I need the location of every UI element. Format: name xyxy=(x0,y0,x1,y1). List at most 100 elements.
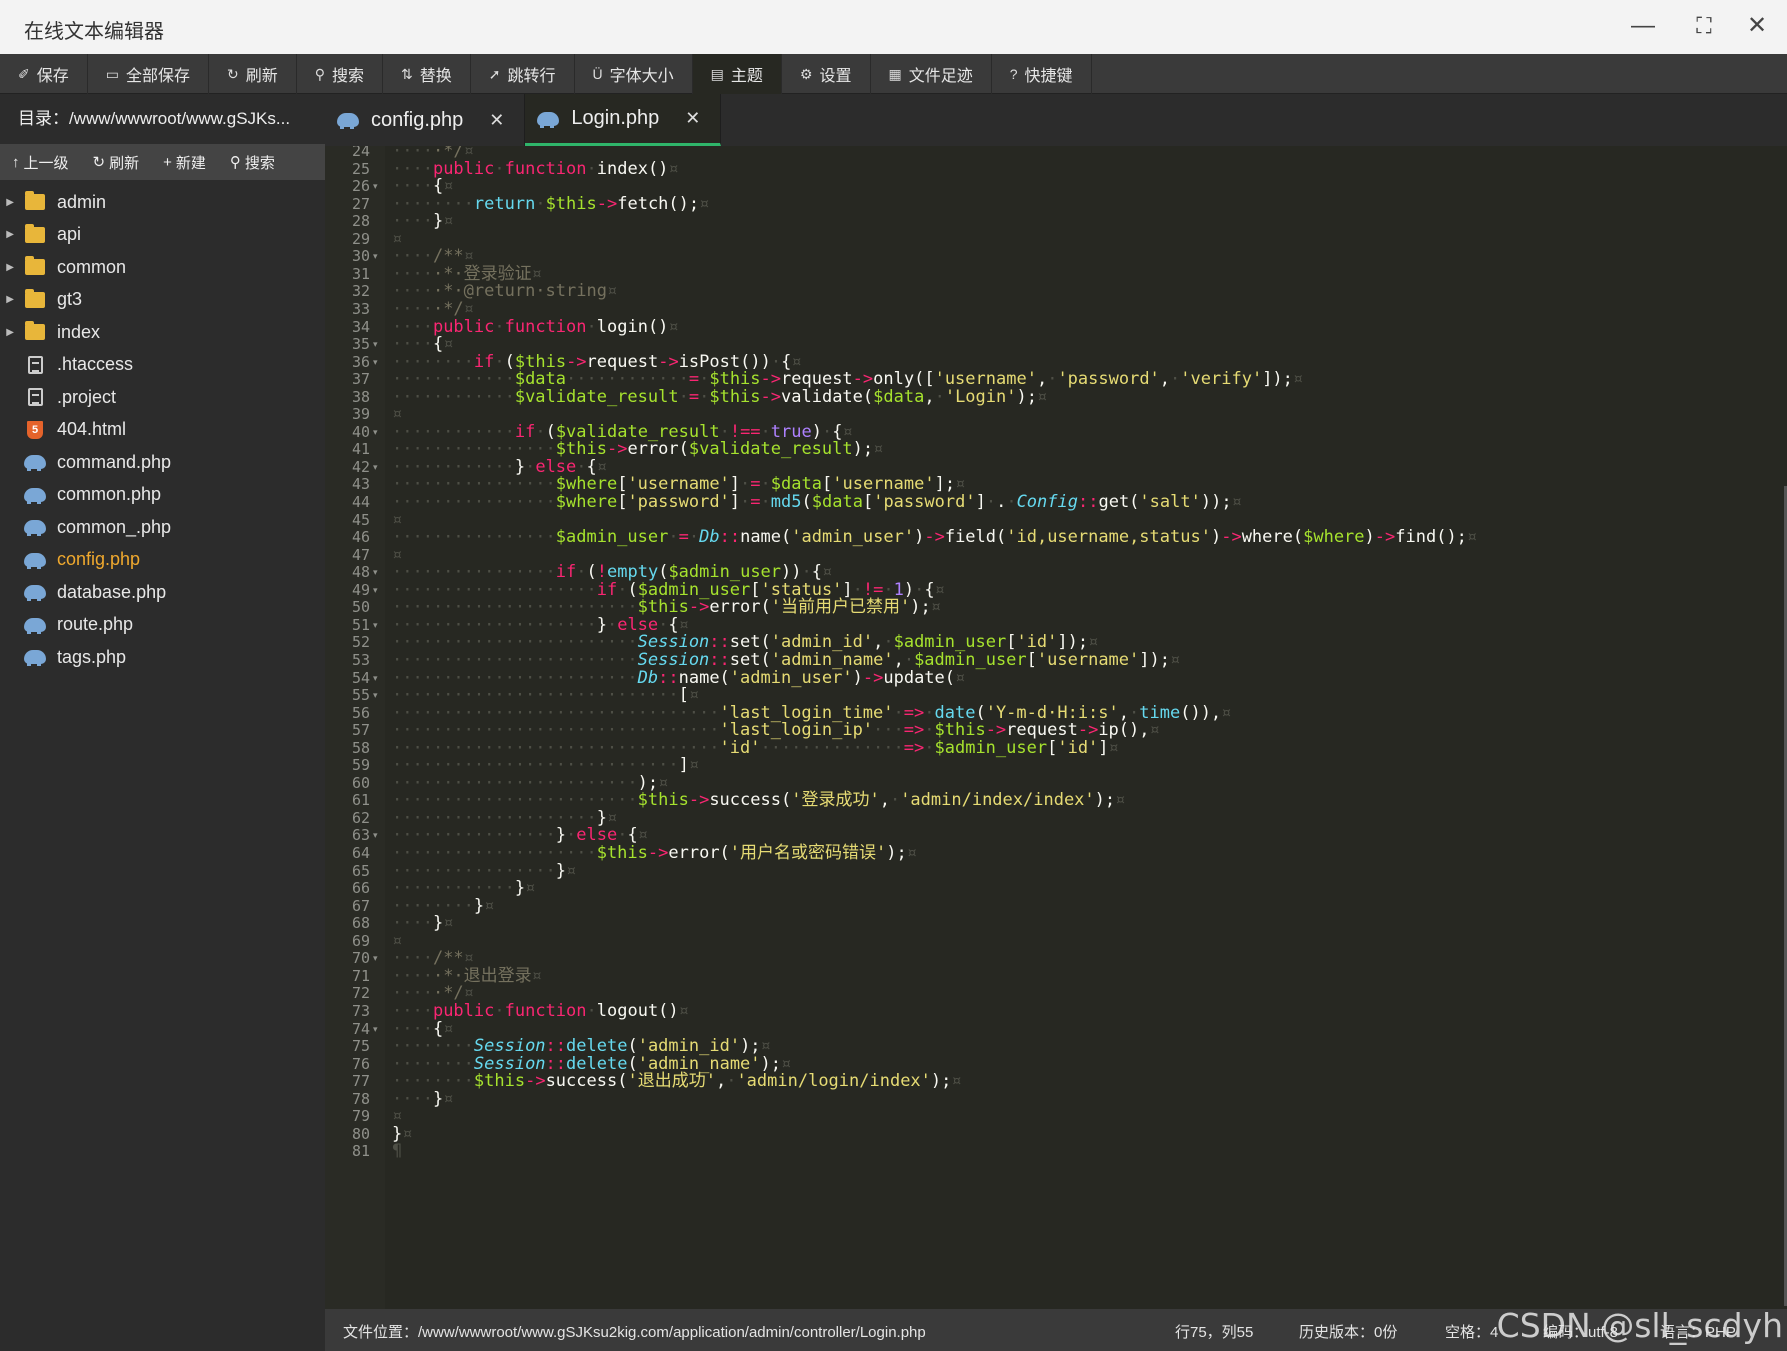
file-tree-item[interactable]: ▶ index xyxy=(0,316,325,349)
editor-tab[interactable]: config.php ✕ xyxy=(325,94,526,146)
refresh-icon: ↻ xyxy=(227,65,239,82)
toolbar-button-label: 替换 xyxy=(419,68,452,85)
line-number: 81 xyxy=(351,1142,370,1161)
toolbar-button-7[interactable]: ▤ 主题 xyxy=(692,54,782,94)
status-indent[interactable]: 空格：4 xyxy=(1445,1321,1498,1342)
expand-arrow-icon[interactable]: ▶ xyxy=(0,262,22,273)
toolbar-button-5[interactable]: ➚ 跳转行 xyxy=(471,54,575,94)
toolbar-button-2[interactable]: ↻ 刷新 xyxy=(209,54,297,94)
file-name: database.php xyxy=(57,581,167,602)
toolbar-button-label: 全部保存 xyxy=(125,68,190,85)
sidebar-action-1[interactable]: ↻ 刷新 xyxy=(81,152,152,173)
toolbar-button-9[interactable]: ▦ 文件足迹 xyxy=(871,54,992,94)
folder-icon xyxy=(22,321,48,342)
close-tab-icon[interactable]: ✕ xyxy=(685,108,700,129)
file-name: route.php xyxy=(57,614,134,635)
sidebar: 目录：/www/wwwroot/www.gSJKs... ↑ 上一级 ↻ 刷新 + 新建 ⚲… xyxy=(0,94,325,1351)
new-icon: + xyxy=(163,153,172,171)
expand-arrow-icon[interactable]: ▶ xyxy=(0,294,22,305)
code-text: ¶ xyxy=(392,1141,402,1161)
watermark: CSDN @sll_scdyh xyxy=(1496,1306,1783,1345)
file-tree-item[interactable]: common.php xyxy=(0,479,325,512)
refresh-icon: ↻ xyxy=(92,154,106,171)
toolbar-button-label: 主题 xyxy=(730,68,763,85)
file-tree-item[interactable]: config.php xyxy=(0,544,325,577)
replace-icon: ⇅ xyxy=(401,65,413,82)
file-name: admin xyxy=(57,191,107,212)
maximize-icon[interactable]: ⛶ xyxy=(1684,8,1724,44)
file-tree-item[interactable]: ▶ admin xyxy=(0,186,325,219)
toolbar-button-label: 字体大小 xyxy=(609,68,674,85)
file-tree-item[interactable]: common_.php xyxy=(0,511,325,544)
toolbar-button-4[interactable]: ⇅ 替换 xyxy=(383,54,471,94)
close-window-icon[interactable]: ✕ xyxy=(1737,8,1777,44)
sidebar-action-label: 上一级 xyxy=(23,154,69,172)
sidebar-action-2[interactable]: + 新建 xyxy=(151,152,218,173)
status-file-path: 文件位置：/www/wwwroot/www.gSJKsu2kig.com/app… xyxy=(343,1324,926,1341)
window-title: 在线文本编辑器 xyxy=(24,21,164,43)
file-tree-item[interactable]: .htaccess xyxy=(0,349,325,382)
close-tab-icon[interactable]: ✕ xyxy=(489,110,504,131)
folder-icon xyxy=(22,288,48,310)
toolbar-button-label: 搜索 xyxy=(332,68,365,85)
theme-icon: ▤ xyxy=(710,65,724,82)
file-tree-item[interactable]: command.php xyxy=(0,446,325,479)
text-file-icon xyxy=(22,355,48,375)
expand-arrow-icon[interactable]: ▶ xyxy=(0,327,22,338)
file-tree-item[interactable]: ▶ common xyxy=(0,251,325,284)
php-file-icon xyxy=(22,615,48,635)
file-tree-item[interactable]: route.php xyxy=(0,609,325,642)
file-tree-item[interactable]: 5 404.html xyxy=(0,414,325,447)
sidebar-action-0[interactable]: ↑ 上一级 xyxy=(0,152,81,173)
code-line[interactable]: 81 ¶ xyxy=(325,1141,1787,1161)
file-tree-item[interactable]: database.php xyxy=(0,576,325,609)
file-name: gt3 xyxy=(57,289,83,310)
file-name: common xyxy=(57,256,127,277)
file-name: common_.php xyxy=(57,516,172,537)
tab-label: Login.php xyxy=(571,107,660,129)
file-tree-item[interactable]: tags.php xyxy=(0,641,325,674)
file-tree-item[interactable]: .project xyxy=(0,381,325,414)
sidebar-action-label: 搜索 xyxy=(244,154,275,172)
search-icon: ⚲ xyxy=(314,65,326,82)
file-tree-item[interactable]: ▶ api xyxy=(0,219,325,252)
php-file-icon xyxy=(22,647,48,667)
toolbar-button-0[interactable]: ✐ 保存 xyxy=(0,54,88,94)
toolbar-button-10[interactable]: ? 快捷键 xyxy=(992,54,1092,94)
toolbar-button-label: 刷新 xyxy=(245,68,278,85)
file-name: .htaccess xyxy=(57,354,134,375)
status-cursor-position[interactable]: 行75，列55 xyxy=(1175,1321,1253,1342)
folder-icon xyxy=(22,191,48,212)
editor-tab[interactable]: Login.php ✕ xyxy=(525,94,722,146)
title-bar: 在线文本编辑器 — ⛶ ✕ xyxy=(0,0,1787,54)
php-file-icon xyxy=(22,550,48,570)
code-editor[interactable]: 24 ·····*/¤ 25 ····public·function·index()¤… xyxy=(325,146,1787,1309)
folder-icon xyxy=(22,256,48,277)
toolbar-button-8[interactable]: ⚙ 设置 xyxy=(782,54,871,94)
file-name: command.php xyxy=(57,451,172,472)
settings-icon: ⚙ xyxy=(799,65,813,82)
file-name: api xyxy=(57,224,82,245)
html5-file-icon: 5 xyxy=(22,420,48,440)
file-name: index xyxy=(57,321,101,342)
status-history[interactable]: 历史版本：0份 xyxy=(1299,1321,1397,1342)
directory-path: 目录：/www/wwwroot/www.gSJKs... xyxy=(0,94,325,144)
sidebar-action-label: 刷新 xyxy=(109,154,140,172)
save-all-icon: ▭ xyxy=(105,65,119,82)
expand-arrow-icon[interactable]: ▶ xyxy=(0,229,22,240)
up-level-icon: ↑ xyxy=(12,153,20,171)
toolbar-button-3[interactable]: ⚲ 搜索 xyxy=(297,54,384,94)
tab-label: config.php xyxy=(371,108,464,131)
toolbar-button-6[interactable]: Ü 字体大小 xyxy=(575,54,693,94)
minimize-icon[interactable]: — xyxy=(1623,8,1663,44)
toolbar: ✐ 保存 ▭ 全部保存 ↻ 刷新 ⚲ 搜索 ⇅ 替换 ➚ 跳转行 Ü 字体大小 ▤ 主题 ⚙ 设置 ▦ 文件足迹? 快捷… xyxy=(0,54,1787,94)
toolbar-button-label: 快捷键 xyxy=(1024,68,1073,85)
file-name: 404.html xyxy=(57,419,127,440)
expand-arrow-icon[interactable]: ▶ xyxy=(0,197,22,208)
toolbar-button-label: 文件足迹 xyxy=(908,68,973,85)
sidebar-action-3[interactable]: ⚲ 搜索 xyxy=(218,152,287,173)
toolbar-button-1[interactable]: ▭ 全部保存 xyxy=(88,54,209,94)
toolbar-button-label: 保存 xyxy=(36,68,69,85)
file-tree-item[interactable]: ▶ gt3 xyxy=(0,284,325,317)
php-file-icon xyxy=(22,452,48,472)
